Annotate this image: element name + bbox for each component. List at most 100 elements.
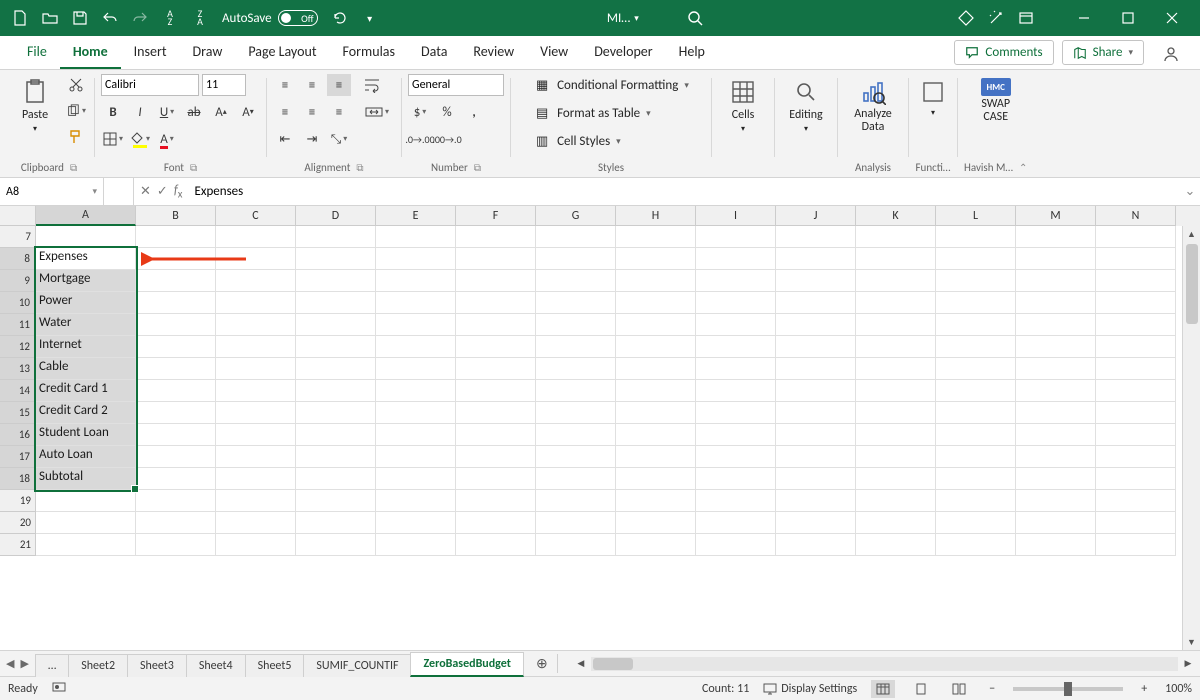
bold-button[interactable]: B [101, 101, 125, 123]
align-middle-icon[interactable]: ≡ [300, 74, 324, 96]
cell-M11[interactable] [1016, 314, 1096, 336]
cell-L12[interactable] [936, 336, 1016, 358]
cell-G11[interactable] [536, 314, 616, 336]
scroll-left-icon[interactable]: ◀ [573, 656, 589, 672]
cell-B7[interactable] [136, 226, 216, 248]
row-header-19[interactable]: 19 [0, 490, 36, 512]
cell-E8[interactable] [376, 248, 456, 270]
align-right-icon[interactable]: ≡ [327, 101, 351, 123]
cell-M10[interactable] [1016, 292, 1096, 314]
cell-I20[interactable] [696, 512, 776, 534]
cell-A7[interactable] [36, 226, 136, 248]
cell-F20[interactable] [456, 512, 536, 534]
cell-G18[interactable] [536, 468, 616, 490]
cell-I8[interactable] [696, 248, 776, 270]
cell-M19[interactable] [1016, 490, 1096, 512]
merge-center-icon[interactable] [359, 101, 395, 123]
cell-L20[interactable] [936, 512, 1016, 534]
cell-M14[interactable] [1016, 380, 1096, 402]
cell-A21[interactable] [36, 534, 136, 556]
tab-data[interactable]: Data [408, 36, 460, 69]
cell-I11[interactable] [696, 314, 776, 336]
horizontal-scrollbar[interactable]: ◀ ▶ [569, 651, 1200, 676]
cell-F9[interactable] [456, 270, 536, 292]
cell-E14[interactable] [376, 380, 456, 402]
cell-M7[interactable] [1016, 226, 1096, 248]
analyze-data-button[interactable]: Analyze Data [844, 74, 902, 138]
cell-J21[interactable] [776, 534, 856, 556]
shrink-font-button[interactable]: A▾ [236, 101, 260, 123]
share-button[interactable]: Share▾ [1062, 40, 1144, 65]
row-header-20[interactable]: 20 [0, 512, 36, 534]
cell-B19[interactable] [136, 490, 216, 512]
cell-A8[interactable]: Expenses [36, 248, 136, 270]
cell-A19[interactable] [36, 490, 136, 512]
page-break-view-icon[interactable] [947, 680, 971, 698]
cell-L10[interactable] [936, 292, 1016, 314]
cell-C12[interactable] [216, 336, 296, 358]
zoom-level[interactable]: 100% [1165, 682, 1192, 696]
comments-button[interactable]: Comments [954, 40, 1053, 65]
hscroll-thumb[interactable] [593, 658, 633, 670]
cell-N16[interactable] [1096, 424, 1176, 446]
cell-E18[interactable] [376, 468, 456, 490]
cell-B10[interactable] [136, 292, 216, 314]
search-icon[interactable] [681, 4, 709, 32]
number-format-combo[interactable] [408, 74, 504, 96]
cell-K13[interactable] [856, 358, 936, 380]
cell-F18[interactable] [456, 468, 536, 490]
cell-N21[interactable] [1096, 534, 1176, 556]
diamond-icon[interactable] [952, 4, 980, 32]
align-top-icon[interactable]: ≡ [273, 74, 297, 96]
cell-E19[interactable] [376, 490, 456, 512]
new-sheet-button[interactable]: ⊕ [529, 651, 555, 676]
redo-icon[interactable] [126, 4, 154, 32]
cell-H21[interactable] [616, 534, 696, 556]
cell-G12[interactable] [536, 336, 616, 358]
select-all-corner[interactable] [0, 206, 36, 226]
formula-input[interactable] [188, 178, 1180, 205]
refresh-icon[interactable] [326, 4, 354, 32]
cell-L18[interactable] [936, 468, 1016, 490]
cell-G19[interactable] [536, 490, 616, 512]
cell-E11[interactable] [376, 314, 456, 336]
tab-formulas[interactable]: Formulas [330, 36, 408, 69]
column-header-G[interactable]: G [536, 206, 616, 226]
underline-button[interactable]: U [155, 101, 179, 123]
cell-J11[interactable] [776, 314, 856, 336]
cell-H15[interactable] [616, 402, 696, 424]
cell-I7[interactable] [696, 226, 776, 248]
cell-J14[interactable] [776, 380, 856, 402]
cell-C13[interactable] [216, 358, 296, 380]
cell-I15[interactable] [696, 402, 776, 424]
cell-B15[interactable] [136, 402, 216, 424]
page-layout-view-icon[interactable] [909, 680, 933, 698]
cell-J15[interactable] [776, 402, 856, 424]
autosave-toggle[interactable]: AutoSave Off [222, 10, 318, 26]
cell-C20[interactable] [216, 512, 296, 534]
cell-D15[interactable] [296, 402, 376, 424]
cell-A11[interactable]: Water [36, 314, 136, 336]
cell-C11[interactable] [216, 314, 296, 336]
fill-handle[interactable] [132, 486, 138, 492]
cell-H17[interactable] [616, 446, 696, 468]
maximize-icon[interactable] [1106, 4, 1150, 32]
cell-K15[interactable] [856, 402, 936, 424]
document-title[interactable]: MI…▾ [607, 11, 639, 26]
scroll-right-icon[interactable]: ▶ [1180, 656, 1196, 672]
cell-N19[interactable] [1096, 490, 1176, 512]
cell-F12[interactable] [456, 336, 536, 358]
cell-D10[interactable] [296, 292, 376, 314]
cell-K20[interactable] [856, 512, 936, 534]
cell-B18[interactable] [136, 468, 216, 490]
increase-indent-icon[interactable]: ⇥ [300, 128, 324, 150]
cell-M12[interactable] [1016, 336, 1096, 358]
tab-draw[interactable]: Draw [180, 36, 236, 69]
cell-K18[interactable] [856, 468, 936, 490]
vscroll-thumb[interactable] [1186, 244, 1198, 324]
clipboard-launcher-icon[interactable]: ⧉ [70, 161, 77, 174]
cell-B11[interactable] [136, 314, 216, 336]
cell-E17[interactable] [376, 446, 456, 468]
cell-C8[interactable] [216, 248, 296, 270]
cell-D20[interactable] [296, 512, 376, 534]
